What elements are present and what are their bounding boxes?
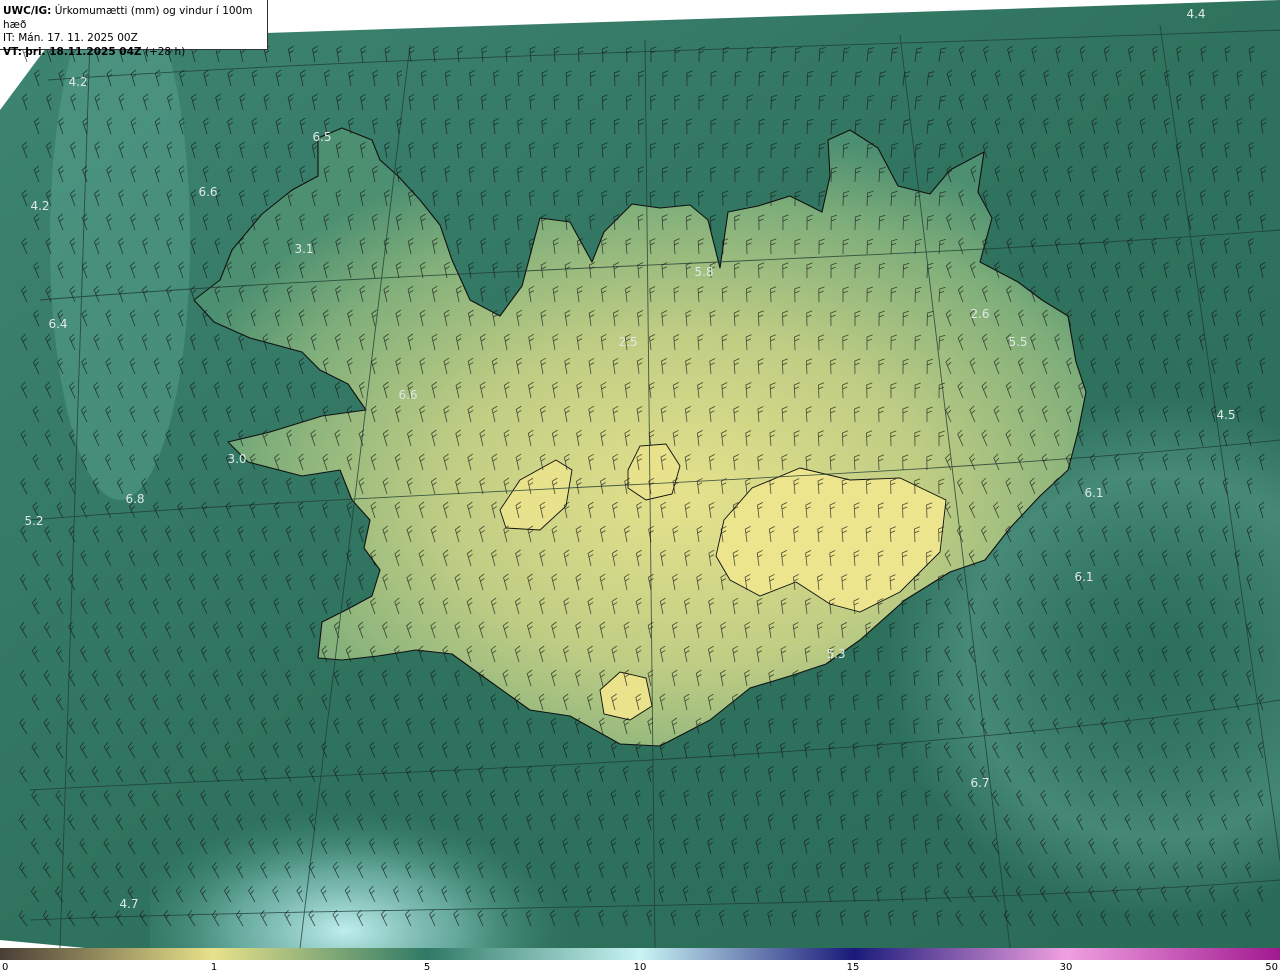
colorbar-tick-15: 15: [846, 962, 860, 973]
valid-line: VT: þri. 18.11.2025 04Z (+28 h): [3, 46, 267, 60]
precipitation-map: 4.4 4.2 6.5 6.6 4.2 3.1 6.4 5.8 2.6 5.5 2.5 6.6 4.5 3…: [0, 0, 1280, 948]
map-value-label: 6.8: [125, 492, 144, 506]
map-value-label: 5.2: [24, 514, 43, 528]
valid-time: þri. 18.11.2025 04Z: [25, 45, 142, 58]
map-value-label: 6.6: [398, 388, 417, 402]
colorbar-gradient: [0, 948, 1280, 960]
map-value-label: 4.5: [1216, 408, 1235, 422]
map-value-label: 5.3: [826, 647, 845, 661]
init-label: IT:: [3, 32, 15, 44]
map-value-label: 6.1: [1084, 486, 1103, 500]
title-line: UWC/IG: Úrkomumætti (mm) og vindur í 100…: [3, 5, 267, 32]
map-value-label: 3.1: [294, 242, 313, 256]
colorbar-tick-10: 10: [633, 962, 647, 973]
map-value-label: 5.5: [1008, 335, 1027, 349]
init-line: IT: Mán. 17. 11. 2025 00Z: [3, 32, 267, 46]
colorbar-tick-5: 5: [423, 962, 431, 973]
colorbar: 0 1 5 10 15 30 50: [0, 948, 1280, 978]
valid-label: VT:: [3, 45, 22, 58]
map-value-label: 6.1: [1074, 570, 1093, 584]
map-value-label: 5.8: [694, 265, 713, 279]
map-value-label: 4.2: [68, 75, 87, 89]
map-value-label: 4.4: [1186, 7, 1205, 21]
map-value-label: 6.7: [970, 776, 989, 790]
map-value-label: 2.5: [618, 335, 637, 349]
map-value-label: 6.5: [312, 130, 331, 144]
map-value-label: 4.2: [30, 199, 49, 213]
colorbar-tick-30: 30: [1059, 962, 1073, 973]
forecast-hour: (+28 h): [144, 45, 186, 58]
map-value-label: 4.7: [119, 897, 138, 911]
colorbar-tick-0: 0: [2, 962, 9, 973]
map-title-box: UWC/IG: Úrkomumætti (mm) og vindur í 100…: [0, 0, 268, 58]
map-value-label: 2.6: [970, 307, 989, 321]
map-value-label: 6.4: [48, 317, 67, 331]
map-value-label: 3.0: [227, 452, 246, 466]
init-time: Mán. 17. 11. 2025 00Z: [18, 32, 138, 44]
model-name: UWC/IG:: [3, 5, 52, 17]
colorbar-tick-1: 1: [210, 962, 218, 973]
map-value-label: 6.6: [198, 185, 217, 199]
colorbar-tick-50: 50: [1265, 962, 1278, 973]
